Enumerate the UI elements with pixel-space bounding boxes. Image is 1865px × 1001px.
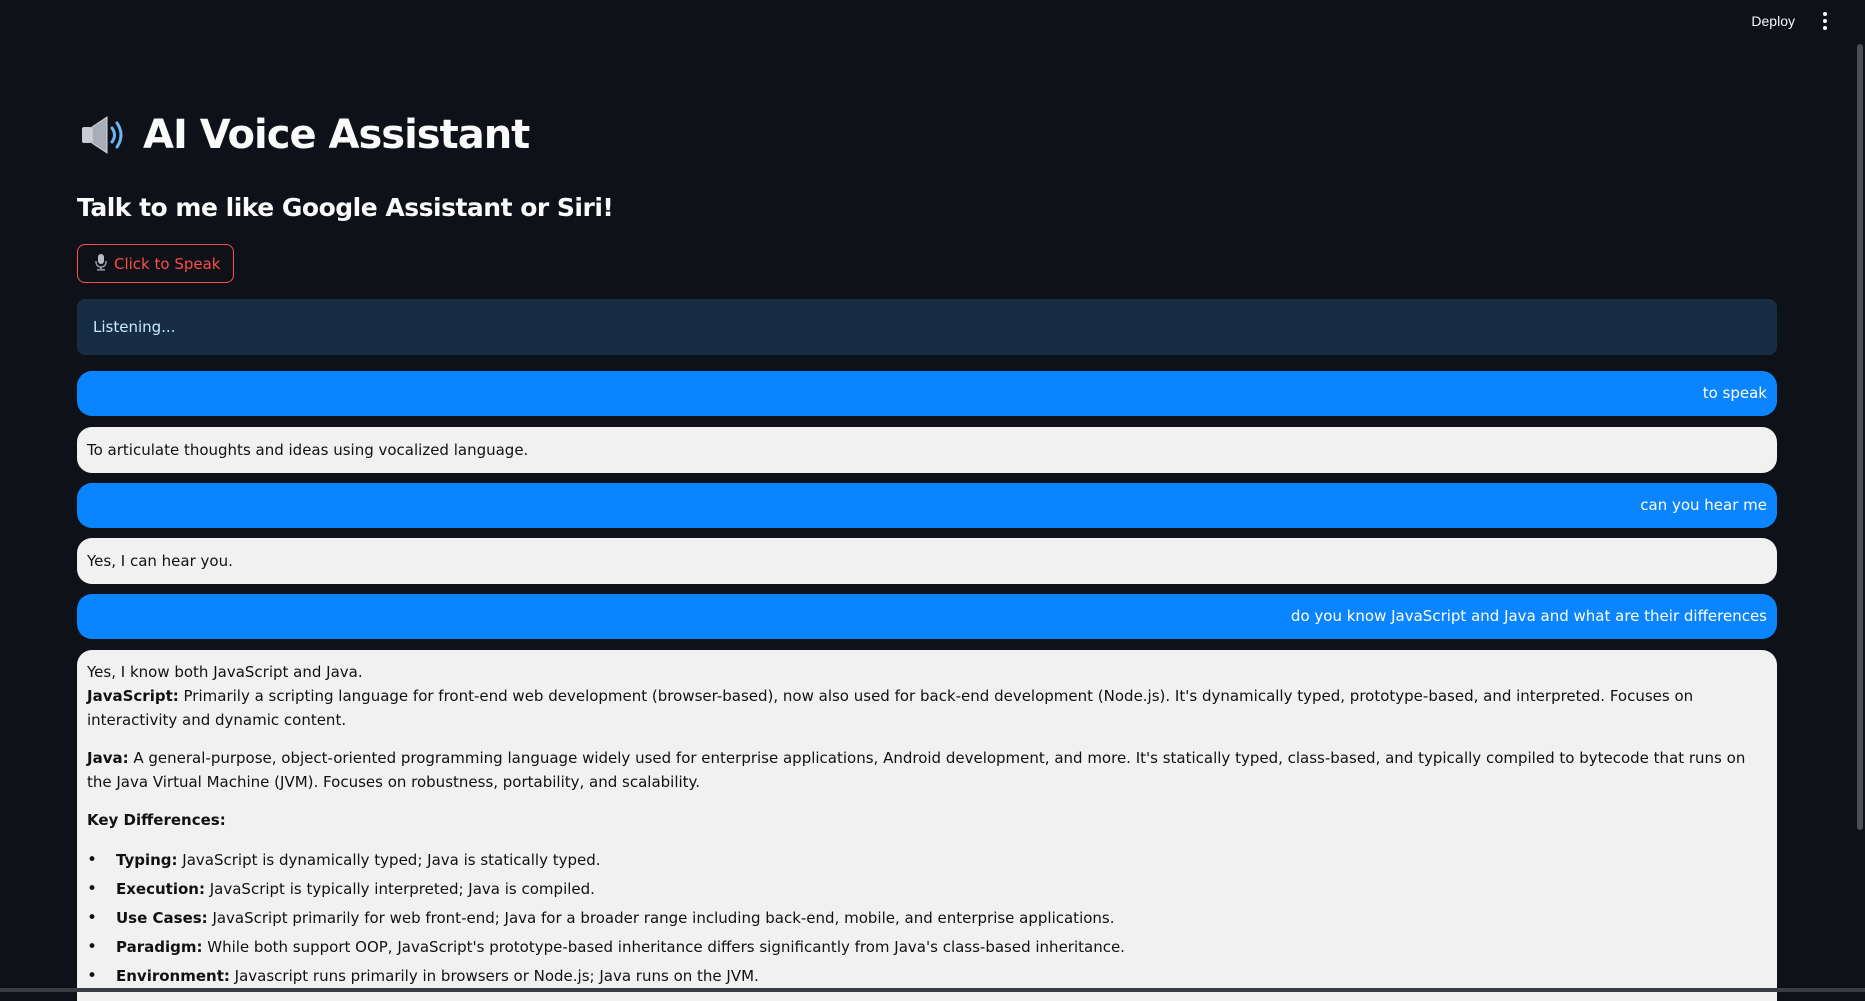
difference-label: Execution: [116,880,205,898]
assistant-message-text: Yes, I can hear you. [87,552,233,570]
answer-javascript: JavaScript: Primarily a scripting langua… [87,684,1767,732]
list-item: Paradigm: While both support OOP, JavaSc… [87,933,1767,962]
java-label: Java: [87,749,129,767]
java-description: A general-purpose, object-oriented progr… [87,749,1745,791]
more-vert-icon[interactable] [1815,9,1835,33]
status-info-box: Listening... [77,299,1777,355]
difference-label: Typing: [116,851,178,869]
list-item: Environment: Javascript runs primarily i… [87,962,1767,991]
scrollbar[interactable] [1857,44,1863,830]
answer-java: Java: A general-purpose, object-oriented… [87,746,1767,794]
list-item: Use Cases: JavaScript primarily for web … [87,904,1767,933]
answer-intro: Yes, I know both JavaScript and Java. [87,660,1767,684]
difference-label: Paradigm: [116,938,202,956]
list-item: Typing: JavaScript is dynamically typed;… [87,846,1767,875]
assistant-message: Yes, I can hear you. [77,538,1777,584]
list-item: Execution: JavaScript is typically inter… [87,875,1767,904]
differences-heading: Key Differences: [87,808,1767,832]
difference-text: Javascript runs primarily in browsers or… [230,967,759,985]
difference-text: JavaScript is typically interpreted; Jav… [205,880,595,898]
click-to-speak-label: Click to Speak [114,255,221,273]
microphone-icon [94,253,108,275]
user-message-text: do you know JavaScript and Java and what… [1291,607,1767,625]
page-subtitle: Talk to me like Google Assistant or Siri… [77,193,613,222]
page-title: AI Voice Assistant [143,112,529,158]
user-message: to speak [77,371,1777,416]
assistant-message: To articulate thoughts and ideas using v… [77,427,1777,473]
user-message-text: to speak [1703,384,1767,402]
click-to-speak-button[interactable]: Click to Speak [77,244,234,283]
top-toolbar: Deploy [1741,0,1865,42]
assistant-message: Yes, I know both JavaScript and Java. Ja… [77,650,1777,1001]
difference-text: While both support OOP, JavaScript's pro… [202,938,1124,956]
user-message-text: can you hear me [1640,496,1767,514]
difference-label: Environment: [116,967,230,985]
javascript-description: Primarily a scripting language for front… [87,687,1693,729]
deploy-button[interactable]: Deploy [1741,7,1805,35]
user-message: do you know JavaScript and Java and what… [77,594,1777,639]
status-text: Listening... [93,318,175,336]
differences-list: Typing: JavaScript is dynamically typed;… [87,846,1767,991]
difference-label: Use Cases: [116,909,208,927]
bottom-divider [0,988,1865,992]
assistant-message-text: To articulate thoughts and ideas using v… [87,441,528,459]
differences-heading-text: Key Differences: [87,811,226,829]
user-message: can you hear me [77,483,1777,528]
difference-text: JavaScript is dynamically typed; Java is… [178,851,601,869]
speaker-icon [77,113,129,157]
title-row: AI Voice Assistant [77,112,529,158]
javascript-label: JavaScript: [87,687,179,705]
difference-text: JavaScript primarily for web front-end; … [208,909,1115,927]
